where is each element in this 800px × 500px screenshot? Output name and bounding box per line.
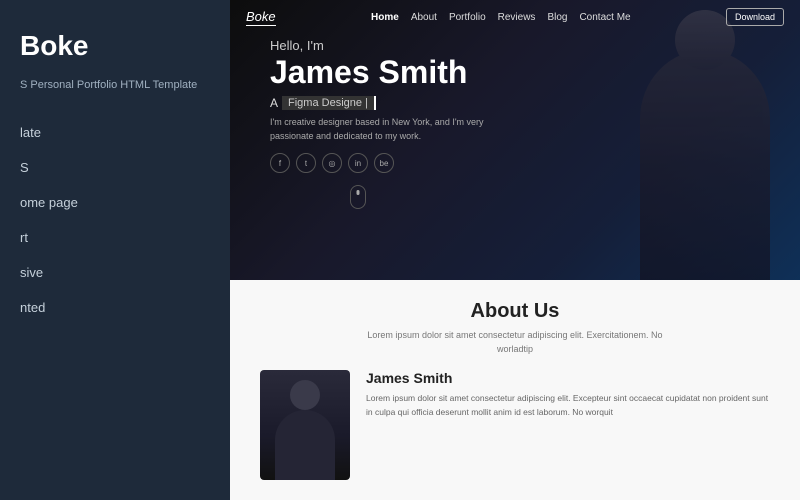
- about-subtitle: Lorem ipsum dolor sit amet consectetur a…: [355, 329, 675, 356]
- about-person-description: Lorem ipsum dolor sit amet consectetur a…: [366, 392, 770, 419]
- role-typed: Figma Designe |: [282, 96, 376, 110]
- hero-content: Hello, I'm James Smith A Figma Designe |…: [270, 38, 510, 209]
- nav-reviews[interactable]: Reviews: [498, 12, 536, 23]
- hero-description: I'm creative designer based in New York,…: [270, 116, 510, 143]
- sidebar-item-home[interactable]: ome page: [20, 191, 210, 214]
- social-instagram[interactable]: ◎: [322, 153, 342, 173]
- hero-section: Boke Home About Portfolio Reviews Blog C…: [230, 0, 800, 280]
- social-icons-group: f t ◎ in be: [270, 153, 510, 173]
- sidebar-item-nted[interactable]: nted: [20, 296, 210, 319]
- sidebar-item-s[interactable]: S: [20, 156, 210, 179]
- nav-links: Home About Portfolio Reviews Blog Contac…: [371, 12, 631, 23]
- nav-about[interactable]: About: [411, 12, 437, 23]
- hero-figure: [640, 50, 770, 280]
- right-panel: Boke Home About Portfolio Reviews Blog C…: [230, 0, 800, 500]
- nav-logo: Boke: [246, 9, 276, 26]
- download-button[interactable]: Download: [726, 8, 784, 26]
- top-nav: Boke Home About Portfolio Reviews Blog C…: [230, 0, 800, 34]
- hero-role: A Figma Designe |: [270, 96, 510, 110]
- about-title: About Us: [260, 300, 770, 323]
- about-image: [260, 370, 350, 480]
- nav-portfolio[interactable]: Portfolio: [449, 12, 486, 23]
- sidebar-item-template[interactable]: late: [20, 121, 210, 144]
- hero-name: James Smith: [270, 55, 510, 90]
- nav-home[interactable]: Home: [371, 12, 399, 23]
- left-panel: Boke S Personal Portfolio HTML Template …: [0, 0, 230, 500]
- hero-greeting: Hello, I'm: [270, 38, 510, 53]
- social-behance[interactable]: be: [374, 153, 394, 173]
- scroll-indicator: [350, 185, 366, 209]
- sidebar-item-rt[interactable]: rt: [20, 226, 210, 249]
- about-text-block: James Smith Lorem ipsum dolor sit amet c…: [366, 370, 770, 419]
- about-content: James Smith Lorem ipsum dolor sit amet c…: [260, 370, 770, 480]
- role-prefix: A: [270, 96, 278, 110]
- social-twitter[interactable]: t: [296, 153, 316, 173]
- social-linkedin[interactable]: in: [348, 153, 368, 173]
- nav-blog[interactable]: Blog: [547, 12, 567, 23]
- template-subtitle: S Personal Portfolio HTML Template: [20, 78, 210, 93]
- sidebar-item-sive[interactable]: sive: [20, 261, 210, 284]
- about-section: About Us Lorem ipsum dolor sit amet cons…: [230, 280, 800, 500]
- social-facebook[interactable]: f: [270, 153, 290, 173]
- brand-title: Boke: [20, 30, 210, 62]
- about-person-name: James Smith: [366, 370, 770, 386]
- nav-contact[interactable]: Contact Me: [579, 12, 630, 23]
